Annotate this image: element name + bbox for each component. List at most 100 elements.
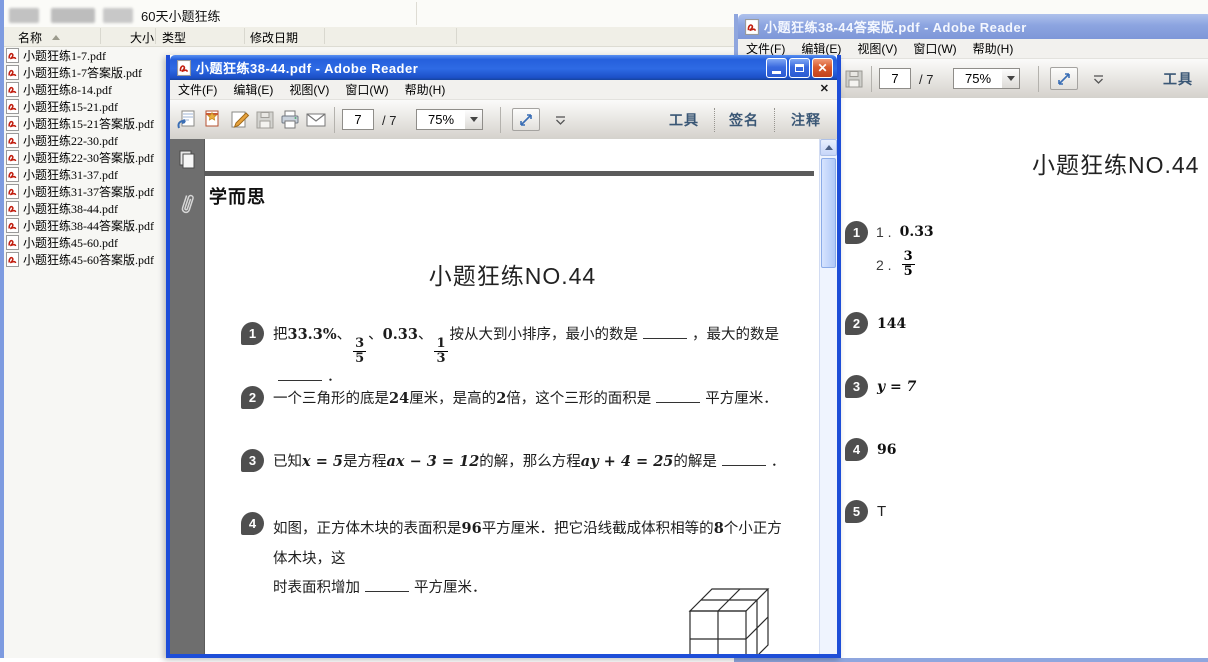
save-icon[interactable]: [253, 108, 277, 132]
toolbar-separator: [774, 108, 775, 132]
toolbar: 7 / 7 75% 工具 签名 注释: [170, 100, 837, 141]
fit-page-button[interactable]: [512, 108, 540, 131]
pdf-file-icon: [6, 201, 19, 216]
sign-icon[interactable]: [228, 108, 252, 132]
censored-block: [103, 8, 133, 23]
page-number-input[interactable]: 7: [342, 109, 374, 130]
more-tools-chevron-icon[interactable]: [1086, 67, 1110, 91]
file-name: 小题狂练15-21.pdf: [23, 98, 118, 115]
save-icon[interactable]: [842, 67, 866, 91]
tools-panel-button[interactable]: 工具: [1163, 69, 1193, 89]
menu-item[interactable]: 帮助(H): [397, 81, 454, 98]
brand-logo: 学而思: [209, 183, 266, 209]
column-divider[interactable]: [100, 28, 101, 44]
scrollbar-thumb[interactable]: [821, 158, 836, 268]
menu-item[interactable]: 视图(V): [849, 40, 905, 57]
question-badge: 2: [241, 386, 264, 409]
answer-badge: 5: [845, 500, 868, 523]
breadcrumb: 60天小题狂练: [141, 6, 220, 25]
answer-badge: 3: [845, 375, 868, 398]
create-pdf-icon[interactable]: [201, 108, 225, 132]
fit-page-button[interactable]: [1050, 67, 1078, 90]
attachments-icon[interactable]: [175, 191, 199, 217]
window-title: 小题狂练38-44.pdf - Adobe Reader: [196, 58, 760, 77]
close-button[interactable]: ✕: [812, 58, 833, 78]
answer-blank: [643, 325, 687, 339]
menu-item[interactable]: 窗口(W): [905, 40, 964, 57]
explorer-window-border: [0, 0, 4, 658]
answer-badge: 4: [845, 438, 868, 461]
restore-button[interactable]: [789, 58, 810, 78]
divider: [416, 2, 417, 25]
minimize-button[interactable]: [766, 58, 787, 78]
navigation-pane: [170, 139, 205, 654]
toolbar-separator: [1038, 66, 1039, 92]
open-icon[interactable]: [175, 108, 199, 132]
answer-blank: [722, 452, 766, 466]
reader-window-questions: 小题狂练38-44.pdf - Adobe Reader ✕ ✕ 文件(F) 编…: [166, 55, 841, 658]
file-name: 小题狂练22-30答案版.pdf: [23, 149, 154, 166]
column-header-name[interactable]: 名称: [18, 29, 42, 46]
menu-item[interactable]: 视图(V): [281, 81, 337, 98]
file-name: 小题狂练1-7答案版.pdf: [23, 64, 142, 81]
pdf-file-icon: [6, 184, 19, 199]
page-top-shadow: [205, 171, 814, 176]
menu-item[interactable]: 窗口(W): [337, 81, 396, 98]
print-icon[interactable]: [278, 108, 302, 132]
fraction: 35: [353, 337, 366, 367]
censored-block: [9, 8, 39, 23]
page-canvas: 学而思 小题狂练NO.44 1 把33.3%、35、0.33、13按从大到小排序…: [205, 139, 820, 654]
censored-block: [51, 8, 95, 23]
comment-panel-button[interactable]: 注释: [791, 110, 821, 130]
pdf-file-icon: [6, 48, 19, 63]
column-divider[interactable]: [324, 28, 325, 44]
question-3: 3 已知x = 5是方程ax − 3 = 12的解，那么方程ay + 4 = 2…: [241, 449, 791, 474]
menu-item[interactable]: 编辑(E): [225, 81, 281, 98]
file-name: 小题狂练22-30.pdf: [23, 132, 118, 149]
column-divider[interactable]: [155, 28, 156, 44]
tools-panel-button[interactable]: 工具: [669, 110, 699, 130]
file-name: 小题狂练38-44.pdf: [23, 200, 118, 217]
pdf-file-icon: [6, 99, 19, 114]
title-bar[interactable]: 小题狂练38-44答案版.pdf - Adobe Reader: [738, 14, 1208, 39]
answers-doc-title: 小题狂练NO.44: [1032, 146, 1199, 180]
column-divider[interactable]: [456, 28, 457, 44]
title-bar[interactable]: 小题狂练38-44.pdf - Adobe Reader ✕: [170, 55, 837, 80]
answer-4: 96: [877, 442, 896, 458]
question-1: 1 把33.3%、35、0.33、13按从大到小排序，最小的数是，最大的数是．: [241, 322, 791, 388]
question-badge: 1: [241, 322, 264, 345]
sign-panel-button[interactable]: 签名: [729, 110, 759, 130]
menu-item[interactable]: 文件(F): [170, 81, 225, 98]
column-header-type[interactable]: 类型: [162, 29, 186, 46]
page-number-input[interactable]: 7: [879, 68, 911, 89]
zoom-dropdown-button[interactable]: [465, 109, 483, 130]
answer-1-line-1: 1 . 0.33: [876, 224, 934, 240]
document-area: 学而思 小题狂练NO.44 1 把33.3%、35、0.33、13按从大到小排序…: [170, 139, 837, 654]
file-name: 小题狂练31-37.pdf: [23, 166, 118, 183]
fraction: 13: [434, 337, 447, 367]
answer-badge: 2: [845, 312, 868, 335]
more-tools-chevron-icon[interactable]: [548, 108, 572, 132]
zoom-dropdown-button[interactable]: [1002, 68, 1020, 89]
toolbar-separator: [334, 107, 335, 133]
email-icon[interactable]: [304, 108, 328, 132]
window-title: 小题狂练38-44答案版.pdf - Adobe Reader: [764, 17, 1208, 36]
file-name: 小题狂练45-60答案版.pdf: [23, 251, 154, 268]
page-thumbnails-icon[interactable]: [175, 147, 199, 173]
menu-bar: ✕ 文件(F) 编辑(E) 视图(V) 窗口(W) 帮助(H): [170, 80, 837, 100]
column-header-size[interactable]: 大小: [130, 29, 154, 46]
scrollbar-up-icon[interactable]: [820, 139, 837, 156]
menu-item[interactable]: 帮助(H): [965, 40, 1022, 57]
column-divider[interactable]: [244, 28, 245, 44]
answer-blank: [365, 578, 409, 592]
zoom-level-input[interactable]: 75%: [416, 109, 466, 130]
fraction: 35: [902, 250, 915, 280]
vertical-scrollbar[interactable]: [819, 139, 837, 654]
pdf-file-icon: [6, 65, 19, 80]
zoom-level-input[interactable]: 75%: [953, 68, 1003, 89]
toolbar-separator: [500, 107, 501, 133]
pdf-app-icon: [176, 60, 192, 76]
column-header-modified[interactable]: 修改日期: [250, 29, 298, 46]
pdf-file-icon: [6, 218, 19, 233]
close-document-icon[interactable]: ✕: [820, 82, 829, 95]
